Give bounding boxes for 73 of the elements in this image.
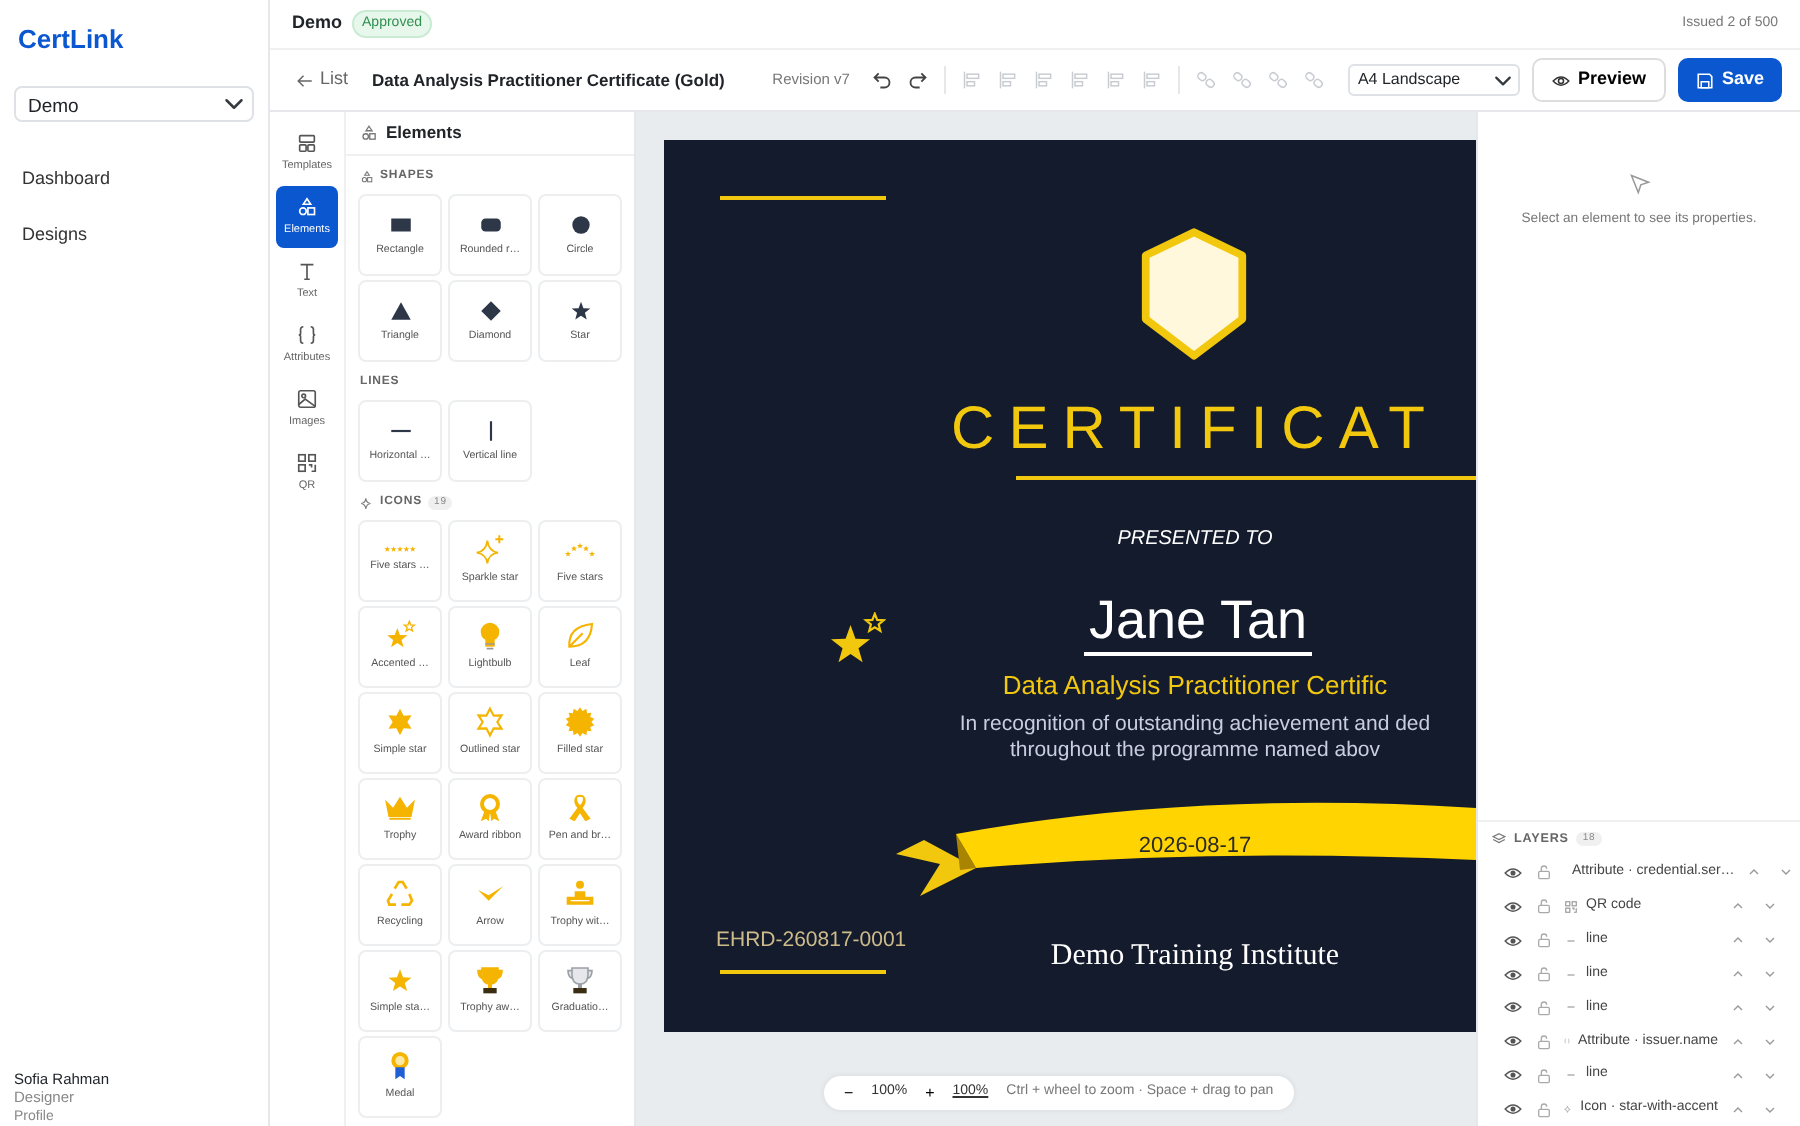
accented-star-icon	[384, 620, 416, 653]
eye-icon	[1551, 71, 1570, 89]
star-outline-icon	[474, 706, 506, 739]
project-name: Demo	[292, 10, 343, 37]
diamond-icon	[477, 297, 503, 324]
workspace-select[interactable]: Demo	[14, 85, 254, 121]
lock-icon[interactable]	[1536, 1067, 1552, 1084]
six-point-star-icon	[384, 706, 416, 739]
zoom-in-button[interactable]: +	[925, 1081, 935, 1105]
page-size-select[interactable]: A4 Landscape	[1347, 64, 1520, 96]
eye-icon[interactable]	[1503, 1066, 1521, 1085]
arrow-left-icon[interactable]	[296, 71, 314, 89]
lock-icon[interactable]	[1536, 999, 1552, 1016]
trophy-icon	[474, 964, 506, 997]
eye-icon[interactable]	[1503, 1032, 1521, 1051]
star-icon	[567, 297, 593, 324]
serial-number: EHRD-260817-0001	[716, 926, 907, 956]
leaf-icon	[564, 620, 596, 653]
crown-icon	[384, 792, 416, 825]
undo-icon[interactable]	[871, 70, 892, 90]
nav-link[interactable]: Designs	[14, 212, 254, 259]
layers-icon	[1492, 831, 1506, 846]
triangle-icon	[387, 297, 413, 324]
seal-icon	[564, 706, 596, 739]
eye-icon[interactable]	[1503, 998, 1521, 1017]
nav-link[interactable]: Dashboard	[14, 155, 254, 202]
issue-date: 2026-08-17	[1136, 832, 1254, 862]
lock-icon[interactable]	[1536, 932, 1552, 949]
lock-icon[interactable]	[1536, 966, 1552, 983]
circle-icon	[567, 211, 593, 238]
shapes-icon	[296, 195, 318, 218]
recipient-name: Jane Tan	[1084, 588, 1312, 657]
lock-icon[interactable]	[1536, 1033, 1552, 1050]
redo-icon[interactable]	[907, 70, 928, 90]
podium-icon	[564, 878, 596, 911]
sparkle-icon	[360, 496, 374, 510]
lock-icon[interactable]	[1536, 1101, 1552, 1118]
lock-icon[interactable]	[1536, 898, 1552, 915]
panel-title: Elements	[386, 120, 462, 146]
eye-icon[interactable]	[1503, 965, 1521, 984]
recycle-icon	[384, 878, 416, 911]
description-text: In recognition of outstanding achievement and ded throughout the programme named abov	[957, 712, 1433, 765]
text-icon	[296, 259, 318, 282]
ribbon-icon	[564, 792, 596, 825]
eye-icon[interactable]	[1503, 1100, 1521, 1119]
stars-row-icon	[384, 546, 416, 554]
brand-logo: CertLink	[18, 22, 126, 58]
cursor-icon	[1627, 172, 1651, 196]
image-icon	[296, 387, 318, 410]
braces-icon	[296, 323, 318, 346]
eye-icon[interactable]	[1503, 863, 1521, 882]
shapes-icon	[360, 170, 374, 184]
preview-button[interactable]: Preview	[1531, 58, 1666, 102]
certificate-heading: CERTIFICAT	[949, 394, 1441, 466]
sparkle-icon	[1564, 1102, 1573, 1117]
templates-icon	[296, 131, 318, 154]
hexagon-shield	[1138, 226, 1250, 362]
sparkle-icon	[474, 534, 506, 567]
qr-code-icon	[1564, 899, 1578, 914]
rosette-icon	[474, 792, 506, 825]
shapes-icon	[360, 124, 378, 142]
qr-code-icon	[296, 451, 318, 474]
eye-icon[interactable]	[1503, 931, 1521, 950]
issuer-name: Demo Training Institute	[1048, 938, 1342, 976]
course-title: Data Analysis Practitioner Certific	[1000, 668, 1390, 704]
back-link[interactable]: List	[296, 66, 349, 94]
presented-label: PRESENTED TO	[1115, 526, 1275, 554]
design-title: Data Analysis Practitioner Certificate (Gold)	[372, 67, 725, 93]
zoom-out-button[interactable]: −	[844, 1081, 854, 1105]
trophy-icon	[564, 964, 596, 997]
save-button[interactable]: Save	[1677, 58, 1782, 102]
lock-icon[interactable]	[1536, 864, 1552, 881]
eye-icon[interactable]	[1503, 897, 1521, 916]
